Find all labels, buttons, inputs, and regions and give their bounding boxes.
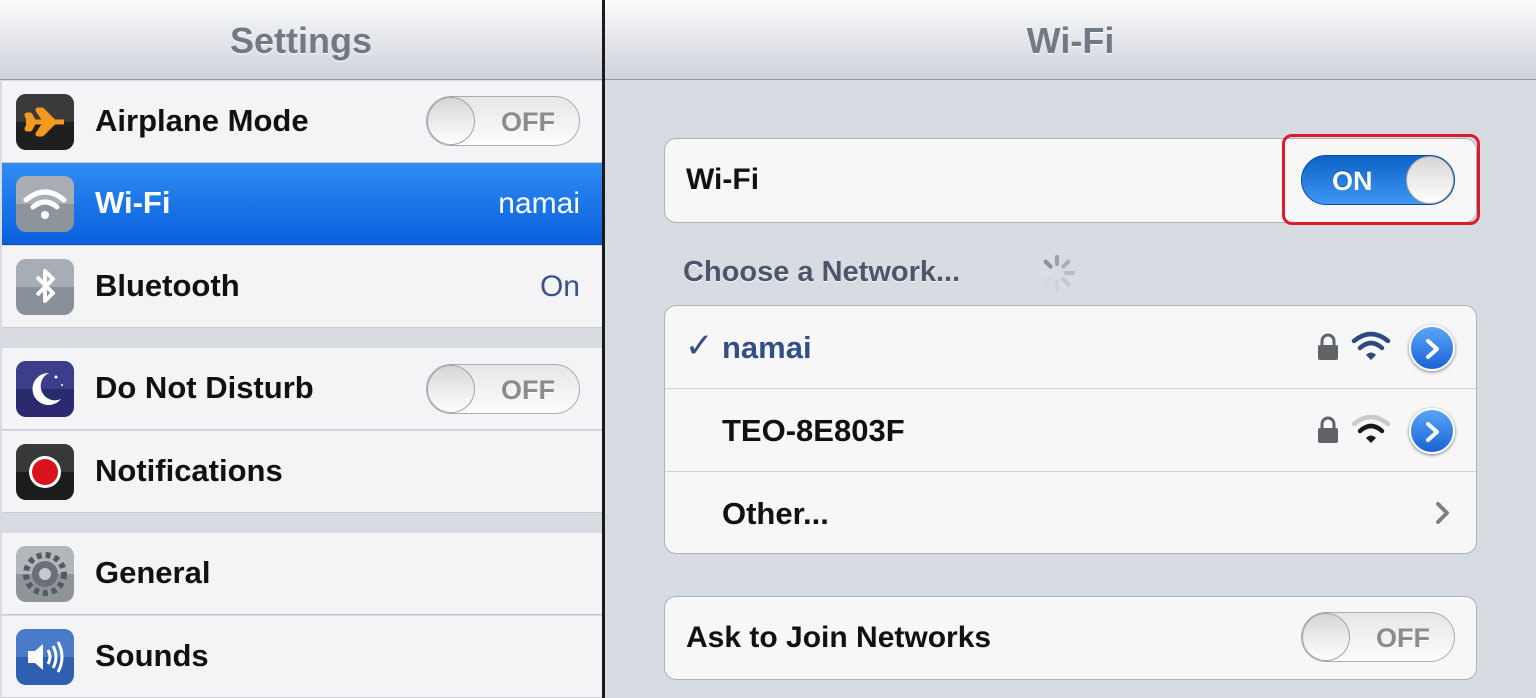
ask-to-join-row: Ask to Join Networks OFF [665,597,1476,679]
networks-group: ✓ namai TEO-8E803F Other... [664,305,1477,554]
settings-item-value: On [539,270,580,303]
lock-icon [1318,416,1338,443]
do-not-disturb-switch[interactable]: OFF [426,364,580,414]
master-title: Settings [229,20,372,61]
wifi-detail-pane: Wi-Fi Wi-Fi ON Choose a Network... ✓ nam… [605,0,1536,698]
settings-master-pane: Settings Airplane Mode OFF Wi-Fi namai B… [0,0,602,698]
switch-state-label: OFF [501,375,555,405]
settings-item-label: Sounds [95,638,209,673]
settings-item-wifi[interactable]: Wi-Fi namai [2,163,602,245]
chevron-right-icon [1436,502,1449,524]
settings-item-do-not-disturb[interactable]: Do Not Disturb OFF [2,348,602,430]
loading-spinner-icon [1039,255,1075,291]
network-details-button[interactable] [1409,325,1455,371]
network-details-button[interactable] [1409,408,1455,454]
settings-item-sounds[interactable]: Sounds [2,616,602,698]
switch-state-label: OFF [1376,623,1430,653]
notifications-icon [16,444,74,500]
ask-to-join-switch[interactable]: OFF [1301,612,1455,662]
airplane-icon [16,94,74,150]
choose-network-header: Choose a Network... [683,256,961,288]
settings-item-label: Airplane Mode [95,103,309,138]
settings-item-label: Bluetooth [95,268,240,303]
settings-item-label: Wi-Fi [95,185,171,220]
network-name: namai [722,330,812,365]
detail-navigation-bar: Wi-Fi [605,0,1536,80]
lock-icon [1318,333,1338,360]
wifi-toggle-label: Wi-Fi [686,163,760,196]
settings-item-bluetooth[interactable]: Bluetooth On [2,246,602,328]
bluetooth-icon [16,259,74,315]
network-name: TEO-8E803F [722,413,905,448]
airplane-mode-switch[interactable]: OFF [426,96,580,146]
settings-item-label: Do Not Disturb [95,370,314,405]
settings-item-value: namai [498,187,580,220]
wifi-icon [16,176,74,232]
wifi-signal-icon [1351,331,1391,360]
gear-icon [16,546,74,602]
master-navigation-bar: Settings [0,0,602,80]
other-network-label: Other... [722,496,829,531]
settings-item-airplane-mode[interactable]: Airplane Mode OFF [2,81,602,163]
switch-state-label: OFF [501,107,555,137]
detail-title: Wi-Fi [1026,20,1115,61]
ask-to-join-label: Ask to Join Networks [686,621,992,654]
settings-item-general[interactable]: General [2,533,602,615]
network-row-other[interactable]: Other... [665,472,1476,553]
network-row-teo-8e803f[interactable]: TEO-8E803F [665,389,1476,472]
wifi-switch-highlight [1282,134,1480,225]
speaker-icon [16,629,74,685]
settings-item-label: General [95,555,211,590]
settings-item-notifications[interactable]: Notifications [2,431,602,513]
moon-icon [16,361,74,417]
network-row-namai[interactable]: ✓ namai [665,306,1476,389]
ask-to-join-group: Ask to Join Networks OFF [664,596,1477,680]
settings-item-label: Notifications [95,453,283,488]
checkmark-icon: ✓ [685,327,714,365]
wifi-signal-icon [1351,414,1391,443]
